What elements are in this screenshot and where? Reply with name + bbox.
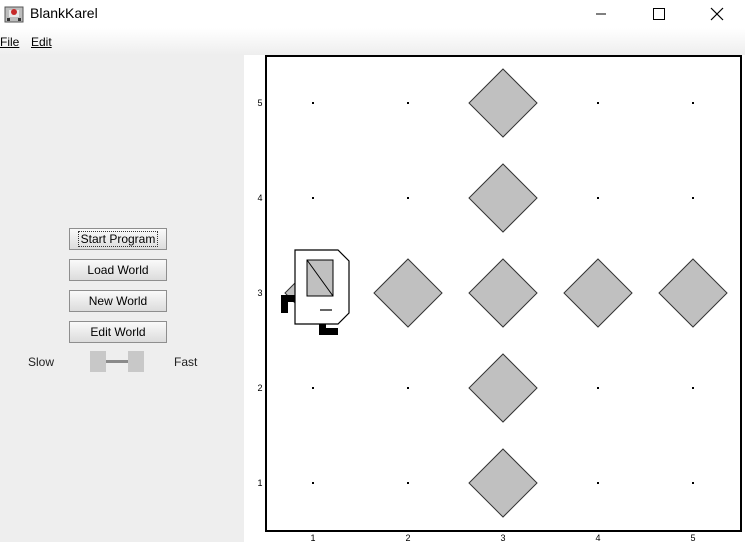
corner-dot [407,387,409,389]
row-label: 1 [257,478,262,488]
corner-dot [312,197,314,199]
corner-dot [597,197,599,199]
corner-dot [692,102,694,104]
column-label: 5 [690,533,695,542]
speed-slider[interactable] [68,351,168,373]
menu-bar: File Edit [0,28,745,56]
corner-dot [597,387,599,389]
world-view: 1 2 3 4 5 1 2 3 4 5 [244,55,745,542]
row-label: 3 [257,288,262,298]
window-title: BlankKarel [30,5,98,21]
start-program-label: Start Program [77,231,159,247]
close-button[interactable] [688,0,745,28]
row-label: 4 [257,193,262,203]
corner-dot [407,197,409,199]
corner-dot [312,387,314,389]
load-world-button[interactable]: Load World [69,259,167,281]
corner-dot [692,387,694,389]
corner-dot [597,102,599,104]
column-label: 3 [500,533,505,542]
menu-file[interactable]: File [0,35,19,49]
row-label: 5 [257,98,262,108]
corner-dot [407,482,409,484]
corner-dot [692,197,694,199]
corner-dot [312,102,314,104]
row-label: 2 [257,383,262,393]
karel-foot-right-lower [319,328,338,335]
speed-slider-thumb[interactable] [128,351,144,372]
edit-world-button[interactable]: Edit World [69,321,167,343]
karel-foot-left-lower [281,295,288,313]
corner-dot [407,102,409,104]
speed-slider-left-cap [90,351,106,372]
column-label: 4 [595,533,600,542]
control-panel: Start Program Load World New World Edit … [0,55,244,542]
speed-slider-track [106,360,128,363]
maximize-icon [653,8,665,20]
title-bar: BlankKarel [0,0,745,28]
close-icon [710,7,724,21]
minimize-button[interactable] [572,0,630,28]
karel-world-canvas[interactable]: 1 2 3 4 5 1 2 3 4 5 [244,55,745,542]
start-program-button[interactable]: Start Program [69,228,167,250]
maximize-button[interactable] [630,0,688,28]
speed-fast-label: Fast [174,355,198,369]
menu-edit[interactable]: Edit [31,35,52,49]
corner-dot [312,482,314,484]
corner-dot [597,482,599,484]
column-label: 2 [405,533,410,542]
speed-slow-label: Slow [28,355,55,369]
minimize-icon [596,13,606,15]
new-world-button[interactable]: New World [69,290,167,312]
app-icon [4,6,24,23]
corner-dot [692,482,694,484]
column-label: 1 [310,533,315,542]
